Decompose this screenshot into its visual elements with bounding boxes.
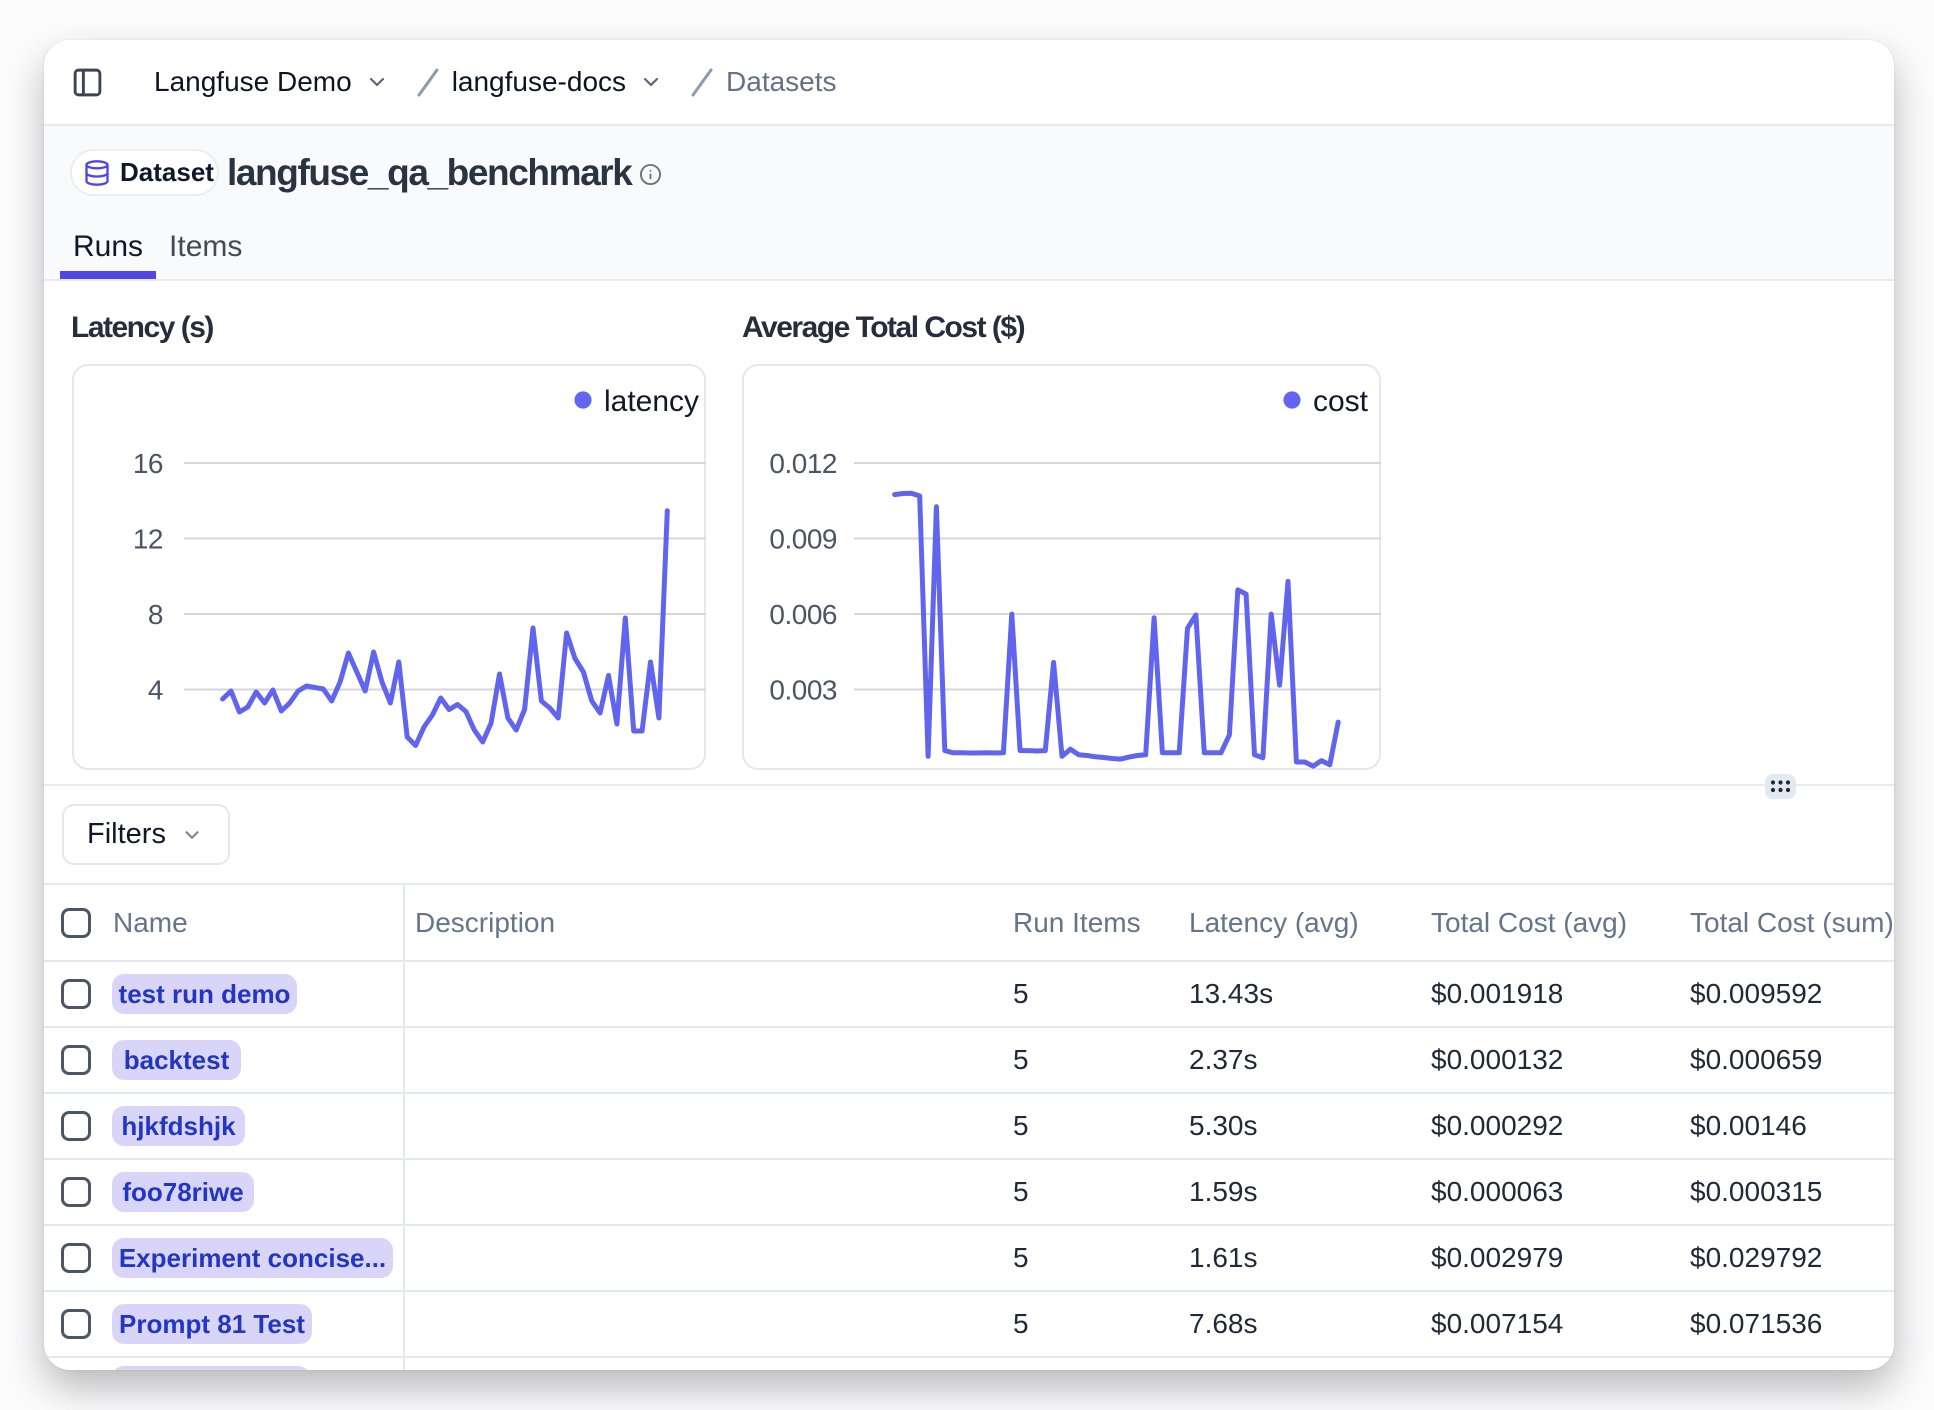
svg-text:8: 8 [148, 599, 163, 630]
svg-text:0.006: 0.006 [769, 599, 837, 630]
svg-text:12: 12 [133, 524, 163, 555]
svg-text:0.003: 0.003 [769, 675, 837, 706]
svg-text:cost: cost [1313, 385, 1369, 418]
svg-text:latency: latency [604, 385, 699, 418]
svg-text:4: 4 [148, 675, 163, 706]
svg-text:0.012: 0.012 [769, 448, 837, 479]
svg-text:0.009: 0.009 [769, 524, 837, 555]
svg-text:16: 16 [133, 448, 163, 479]
